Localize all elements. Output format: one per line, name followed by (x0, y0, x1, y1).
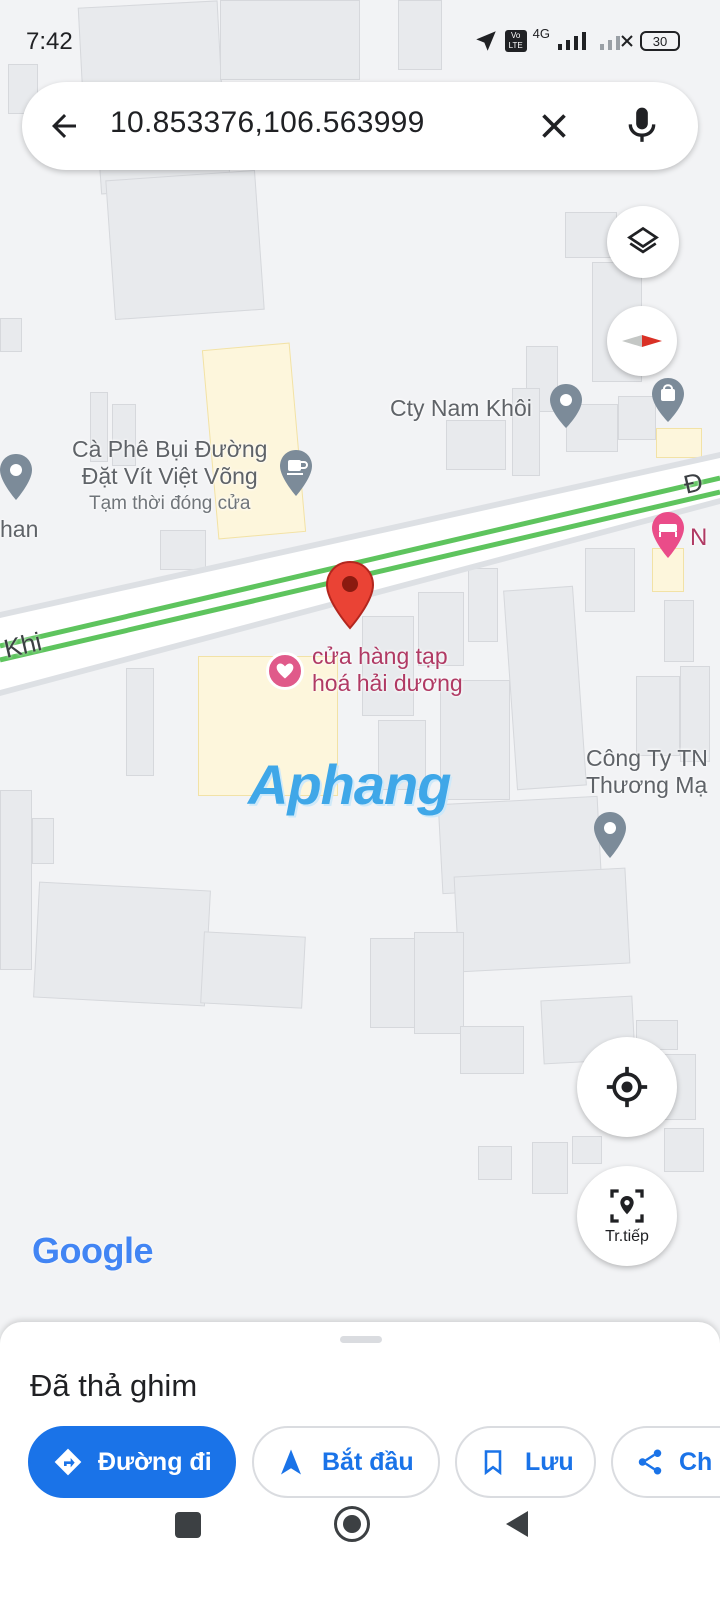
home-dot (343, 1515, 361, 1533)
explore-nearby-button[interactable]: Tr.tiếp (577, 1166, 677, 1266)
status-icons: Vo LTE 4G 30 (473, 25, 680, 54)
poi-label-company[interactable]: Công Ty TN Thương Mạ (586, 745, 708, 799)
volte-icon: Vo LTE (504, 30, 527, 52)
battery-icon: 30 (640, 31, 680, 51)
cafe-name-line2: Đặt Vít Việt Võng (81, 463, 258, 489)
poi-label-cty-nam-khoi[interactable]: Cty Nam Khôi (390, 395, 532, 422)
heart-icon[interactable] (266, 652, 304, 690)
compass-button[interactable] (607, 306, 677, 376)
location-pin-icon[interactable] (548, 382, 584, 430)
save-button[interactable]: Lưu (455, 1426, 596, 1498)
location-pin-icon[interactable] (592, 810, 628, 862)
search-query[interactable]: 10.853376,106.563999 (110, 106, 425, 140)
status-bar: 7:42 Vo LTE 4G 30 (0, 0, 720, 80)
sheet-title: Đã thả ghim (30, 1368, 198, 1403)
google-logo: Google (32, 1230, 154, 1271)
cafe-icon[interactable] (278, 448, 314, 500)
location-pin-icon[interactable] (0, 452, 34, 504)
signal-strength-icon (558, 32, 586, 50)
directions-label: Đường đi (98, 1447, 212, 1476)
save-label: Lưu (525, 1447, 574, 1476)
directions-button[interactable]: Đường đi (28, 1426, 236, 1498)
shopping-bag-icon[interactable] (650, 376, 686, 424)
back-arrow-icon[interactable] (46, 108, 82, 144)
poi-label-cafe[interactable]: Cà Phê Bụi Đường Đặt Vít Việt Võng Tạm t… (72, 436, 267, 517)
start-button[interactable]: Bắt đầu (252, 1426, 440, 1498)
microphone-icon[interactable] (622, 104, 662, 148)
explore-nearby-label: Tr.tiếp (605, 1228, 649, 1245)
navigation-arrow-icon (281, 1449, 301, 1475)
back-button[interactable] (504, 1509, 530, 1539)
layers-icon (627, 226, 659, 254)
battery-level: 30 (652, 33, 668, 49)
scan-pin-icon (610, 1189, 644, 1223)
poi-label-hotel-partial[interactable]: N (690, 524, 707, 551)
home-button[interactable] (334, 1506, 370, 1542)
recents-button[interactable] (175, 1512, 201, 1538)
compass-icon (622, 335, 662, 347)
watermark-logo: Aphang (248, 753, 451, 816)
store-name-line1: cửa hàng tạp (312, 643, 448, 669)
drag-handle[interactable] (340, 1336, 382, 1343)
start-label: Bắt đầu (322, 1447, 414, 1476)
hotel-icon[interactable] (650, 510, 686, 562)
cafe-status: Tạm thời đóng cửa (89, 493, 251, 514)
share-icon (638, 1449, 662, 1475)
network-type: 4G (532, 25, 550, 41)
search-bar[interactable]: 10.853376,106.563999 (22, 82, 698, 170)
layers-button[interactable] (607, 206, 679, 278)
status-time: 7:42 (26, 28, 73, 55)
company-name-line2: Thương Mạ (586, 772, 708, 798)
poi-label-store[interactable]: cửa hàng tạp hoá hải dương (312, 643, 463, 697)
dropped-pin-icon[interactable] (324, 560, 376, 630)
system-nav-bar (0, 1500, 720, 1600)
directions-icon (54, 1448, 82, 1476)
crosshair-icon (606, 1066, 648, 1108)
store-name-line2: hoá hải dương (312, 670, 463, 696)
bookmark-icon (484, 1450, 502, 1476)
share-button[interactable]: Ch (611, 1426, 720, 1498)
poi-label-left-partial[interactable]: han (0, 516, 38, 543)
share-label: Ch (679, 1447, 713, 1476)
location-arrow-icon (475, 31, 496, 51)
my-location-button[interactable] (577, 1037, 677, 1137)
cafe-name-line1: Cà Phê Bụi Đường (72, 436, 268, 462)
company-name-line1: Công Ty TN (586, 745, 708, 771)
signal-no-service-icon (600, 35, 633, 50)
close-icon[interactable] (536, 108, 572, 144)
